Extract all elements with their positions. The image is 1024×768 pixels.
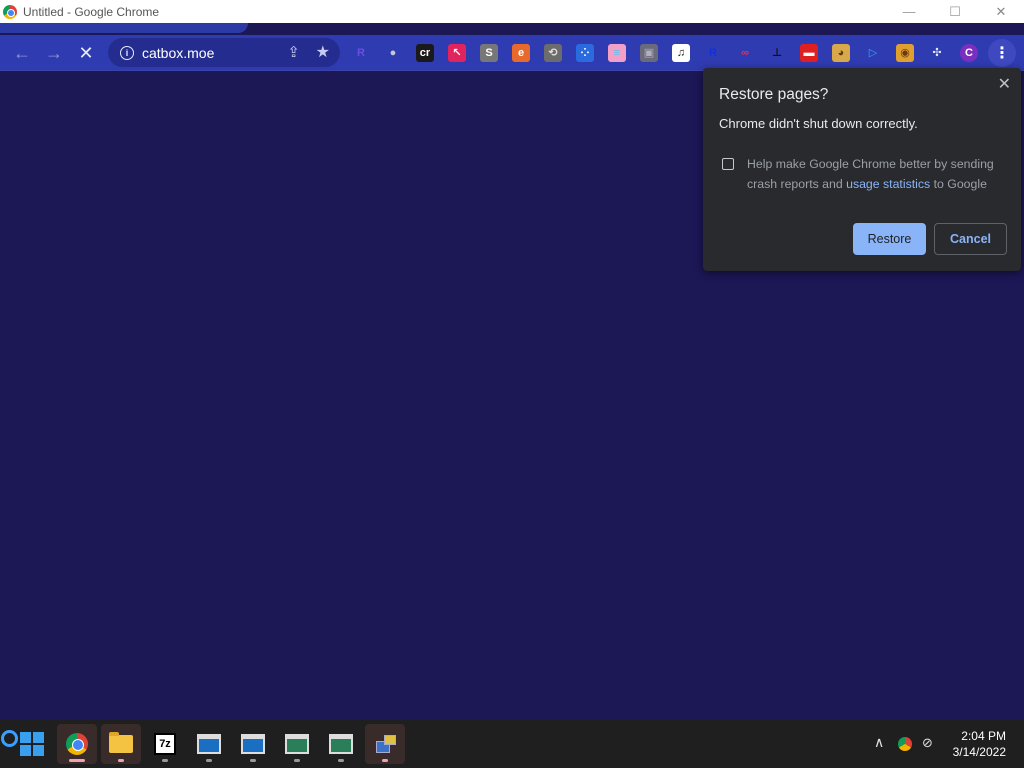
start-tile-icon bbox=[33, 732, 44, 743]
cortana-icon[interactable] bbox=[1, 730, 18, 747]
ext-clef-icon[interactable]: ♫ bbox=[672, 43, 690, 62]
running-indicator bbox=[338, 759, 344, 762]
network-computers-icon bbox=[374, 733, 396, 755]
ext-cloud-icon[interactable]: ● bbox=[384, 44, 402, 62]
active-indicator bbox=[69, 759, 85, 762]
minimize-button[interactable]: — bbox=[886, 0, 932, 23]
crash-report-label: Help make Google Chrome better by sendin… bbox=[747, 154, 1007, 194]
taskbar-chrome[interactable] bbox=[57, 724, 97, 764]
window-app-icon bbox=[329, 734, 353, 754]
ext-monkey-icon[interactable]: ◉ bbox=[896, 43, 914, 62]
profile-avatar-icon[interactable]: C bbox=[960, 43, 978, 62]
ext-pointer-icon[interactable]: ↖ bbox=[448, 43, 466, 62]
folder-icon bbox=[109, 732, 133, 753]
ext-r-blue-icon[interactable]: R bbox=[704, 44, 722, 62]
dialog-message: Chrome didn't shut down correctly. bbox=[719, 116, 918, 131]
taskbar-window-2[interactable] bbox=[233, 724, 273, 764]
start-tile-icon bbox=[33, 745, 44, 756]
url-text[interactable]: catbox.moe bbox=[142, 45, 214, 61]
clock-time: 2:04 PM bbox=[961, 729, 1006, 743]
restore-pages-dialog: ✕ Restore pages? Chrome didn't shut down… bbox=[703, 68, 1021, 271]
forward-button[interactable]: → bbox=[38, 37, 70, 69]
running-indicator bbox=[206, 759, 212, 762]
window-title: Untitled - Google Chrome bbox=[23, 4, 160, 19]
active-tab[interactable] bbox=[0, 23, 248, 33]
ext-edge-icon[interactable]: e bbox=[512, 43, 530, 62]
taskbar-window-1[interactable] bbox=[189, 724, 229, 764]
cancel-button[interactable]: Cancel bbox=[934, 223, 1007, 255]
site-info-icon[interactable]: i bbox=[120, 45, 134, 60]
ext-glasses-icon[interactable]: ∞ bbox=[736, 44, 754, 62]
window-app-icon bbox=[285, 734, 309, 754]
start-tile-icon bbox=[20, 745, 31, 756]
ext-cr-icon[interactable]: cr bbox=[416, 43, 434, 62]
taskbar-window-4[interactable] bbox=[321, 724, 361, 764]
taskbar-file-explorer[interactable] bbox=[101, 724, 141, 764]
ext-doge-icon[interactable]: ◕ bbox=[832, 43, 850, 62]
dialog-title: Restore pages? bbox=[719, 86, 829, 103]
running-indicator bbox=[118, 759, 124, 762]
running-indicator bbox=[162, 759, 168, 762]
network-disconnected-icon[interactable]: ⊘ bbox=[922, 735, 933, 751]
running-indicator bbox=[382, 759, 388, 762]
ext-s-icon[interactable]: S bbox=[480, 43, 498, 62]
crash-report-checkbox[interactable] bbox=[722, 158, 734, 170]
start-button[interactable] bbox=[20, 732, 44, 756]
start-tile-icon bbox=[20, 732, 31, 743]
maximize-button[interactable]: ☐ bbox=[932, 0, 978, 23]
close-icon[interactable]: ✕ bbox=[998, 74, 1011, 94]
taskbar-7zip[interactable]: 7z bbox=[145, 724, 185, 764]
tray-chrome-icon[interactable] bbox=[898, 737, 912, 751]
restore-button[interactable]: Restore bbox=[853, 223, 926, 255]
running-indicator bbox=[250, 759, 256, 762]
running-indicator bbox=[294, 759, 300, 762]
chrome-menu-button[interactable]: ⋮ bbox=[988, 39, 1016, 67]
chrome-logo-icon bbox=[3, 4, 17, 19]
windows-taskbar: 7z ∧ ⊘ 2:04 PM 3/14/2022 bbox=[0, 720, 1024, 768]
ext-stamp-icon[interactable]: ⊥ bbox=[768, 44, 786, 62]
window-controls: — ☐ ✕ bbox=[886, 0, 1024, 23]
ext-r-icon[interactable]: R bbox=[352, 44, 370, 62]
chrome-icon bbox=[66, 733, 88, 755]
extensions-puzzle-icon[interactable]: ✣ bbox=[928, 44, 946, 62]
ext-video-icon[interactable]: ▬ bbox=[800, 43, 818, 62]
stop-loading-button[interactable]: ✕ bbox=[70, 37, 102, 69]
extensions-toolbar: R ● cr ↖ Se ⟲ ⁘ ≡ ▣ ♫ R ∞ ⊥ ▬ ◕ ▷ ◉ ✣ C bbox=[352, 35, 992, 70]
taskbar-window-3[interactable] bbox=[277, 724, 317, 764]
browser-toolbar: ← → ✕ i catbox.moe ⇪ ★ R ● cr ↖ Se ⟲ ⁘ ≡ ▣ ♫ R ∞ ⊥ ▬ ◕… bbox=[0, 35, 1024, 70]
close-window-button[interactable]: ✕ bbox=[978, 0, 1024, 23]
clock-date: 3/14/2022 bbox=[952, 745, 1006, 759]
title-bar[interactable]: Untitled - Google Chrome — ☐ ✕ bbox=[0, 0, 1024, 23]
show-hidden-icons-chevron-icon[interactable]: ∧ bbox=[874, 734, 884, 751]
ext-play-icon[interactable]: ▷ bbox=[864, 44, 882, 62]
share-icon[interactable]: ⇪ bbox=[287, 43, 300, 61]
bookmark-star-icon[interactable]: ★ bbox=[316, 42, 330, 62]
clock[interactable]: 2:04 PM 3/14/2022 bbox=[936, 728, 1006, 760]
ext-sync-icon[interactable]: ⟲ bbox=[544, 43, 562, 62]
consent-suffix: to Google bbox=[930, 177, 987, 191]
address-bar[interactable]: i catbox.moe ⇪ ★ bbox=[108, 38, 340, 67]
taskbar-network-app[interactable] bbox=[365, 724, 405, 764]
ext-grid-icon[interactable]: ⁘ bbox=[576, 43, 594, 62]
ext-flag-icon[interactable]: ≡ bbox=[608, 43, 626, 62]
back-button[interactable]: ← bbox=[6, 37, 38, 69]
tab-strip bbox=[0, 23, 1024, 35]
ext-image-icon[interactable]: ▣ bbox=[640, 43, 658, 62]
usage-statistics-link[interactable]: usage statistics bbox=[846, 177, 930, 191]
window-app-icon bbox=[197, 734, 221, 754]
window-app-icon bbox=[241, 734, 265, 754]
7zip-icon: 7z bbox=[154, 733, 176, 755]
